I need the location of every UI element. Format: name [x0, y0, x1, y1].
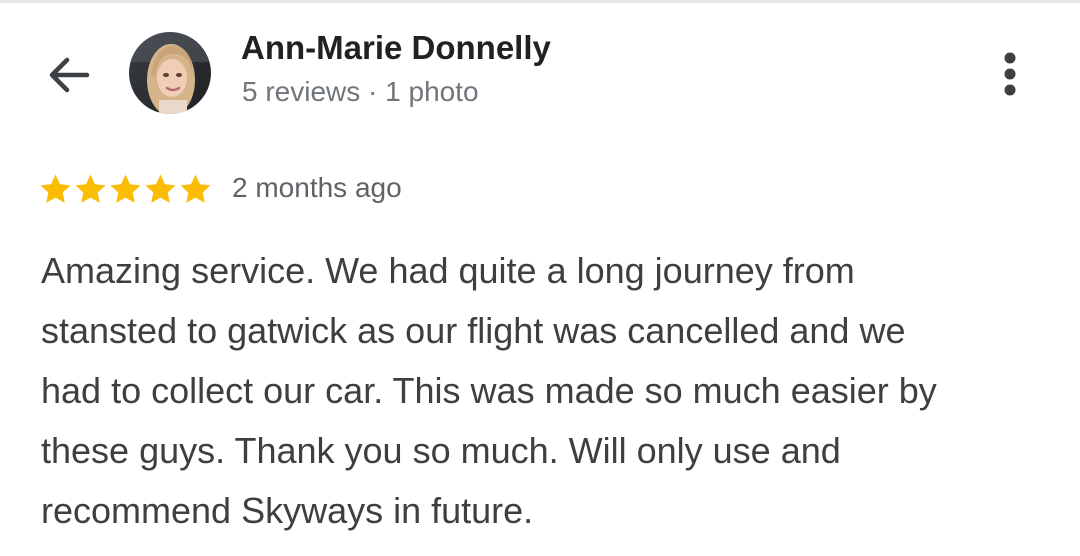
star-icon	[40, 174, 71, 203]
review-text: Amazing service. We had quite a long jou…	[41, 250, 937, 531]
star-icon	[75, 174, 106, 203]
top-divider	[0, 0, 1080, 3]
reviewer-name[interactable]: Ann-Marie Donnelly	[241, 29, 551, 67]
back-button[interactable]	[38, 50, 100, 100]
star-icon	[145, 174, 176, 203]
star-icon	[180, 174, 211, 203]
profile-photo	[129, 32, 211, 114]
avatar[interactable]	[129, 32, 211, 114]
star-rating	[38, 172, 213, 207]
review-time: 2 months ago	[232, 172, 402, 203]
more-options-button[interactable]	[984, 44, 1036, 104]
star-icon	[110, 174, 141, 203]
reviewer-meta: 5 reviews · 1 photo	[242, 76, 479, 107]
arrow-left-icon	[49, 57, 90, 93]
more-vertical-icon	[1004, 52, 1016, 96]
